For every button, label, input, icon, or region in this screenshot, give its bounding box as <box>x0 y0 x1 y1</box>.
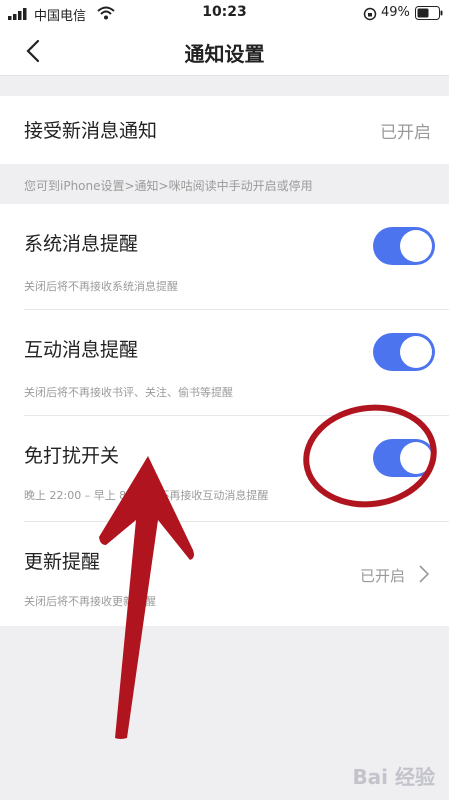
interaction-message-toggle[interactable] <box>373 333 435 371</box>
do-not-disturb-hint: 晚上 22:00 – 早上 8:00 将不再接收互动消息提醒 <box>24 489 269 502</box>
interaction-message-hint: 关闭后将不再接收书评、关注、偷书等提醒 <box>24 386 233 399</box>
new-message-notification-row[interactable]: 接受新消息通知 已开启 <box>0 96 449 164</box>
update-reminder-hint: 关闭后将不再接收更新提醒 <box>24 595 156 608</box>
system-message-hint: 关闭后将不再接收系统消息提醒 <box>24 280 178 293</box>
battery-icon <box>415 6 443 20</box>
interaction-message-row: 互动消息提醒 关闭后将不再接收书评、关注、偷书等提醒 <box>0 310 449 415</box>
status-bar: 中国电信 10:23 49% <box>0 0 449 26</box>
do-not-disturb-label: 免打扰开关 <box>24 445 120 467</box>
update-reminder-label: 更新提醒 <box>24 551 101 573</box>
settings-tip-text: 您可到iPhone设置>通知>咪咕阅读中手动开启或停用 <box>24 179 313 193</box>
page-title: 通知设置 <box>184 42 265 66</box>
do-not-disturb-row: 免打扰开关 晚上 22:00 – 早上 8:00 将不再接收互动消息提醒 <box>0 416 449 521</box>
new-message-label: 接受新消息通知 <box>24 120 158 142</box>
do-not-disturb-toggle[interactable] <box>373 439 435 477</box>
update-reminder-row[interactable]: 更新提醒 关闭后将不再接收更新提醒 已开启 <box>0 522 449 626</box>
interaction-message-label: 互动消息提醒 <box>24 339 139 361</box>
battery-percentage: 49% <box>381 5 410 20</box>
settings-group: 系统消息提醒 关闭后将不再接收系统消息提醒 互动消息提醒 关闭后将不再接收书评、… <box>0 204 449 626</box>
system-message-row: 系统消息提醒 关闭后将不再接收系统消息提醒 <box>0 204 449 309</box>
toggle-knob <box>400 336 432 368</box>
toggle-knob <box>400 230 432 262</box>
nav-bar: 通知设置 <box>0 26 449 76</box>
system-message-toggle[interactable] <box>373 227 435 265</box>
watermark: Bai 经验 <box>352 765 435 789</box>
orientation-lock-icon <box>363 7 377 21</box>
system-message-label: 系统消息提醒 <box>24 233 139 255</box>
new-message-status: 已开启 <box>380 123 431 143</box>
update-reminder-status: 已开启 <box>359 567 405 585</box>
chevron-right-icon <box>419 565 429 583</box>
toggle-knob <box>400 442 432 474</box>
settings-tip: 您可到iPhone设置>通知>咪咕阅读中手动开启或停用 <box>0 164 449 204</box>
